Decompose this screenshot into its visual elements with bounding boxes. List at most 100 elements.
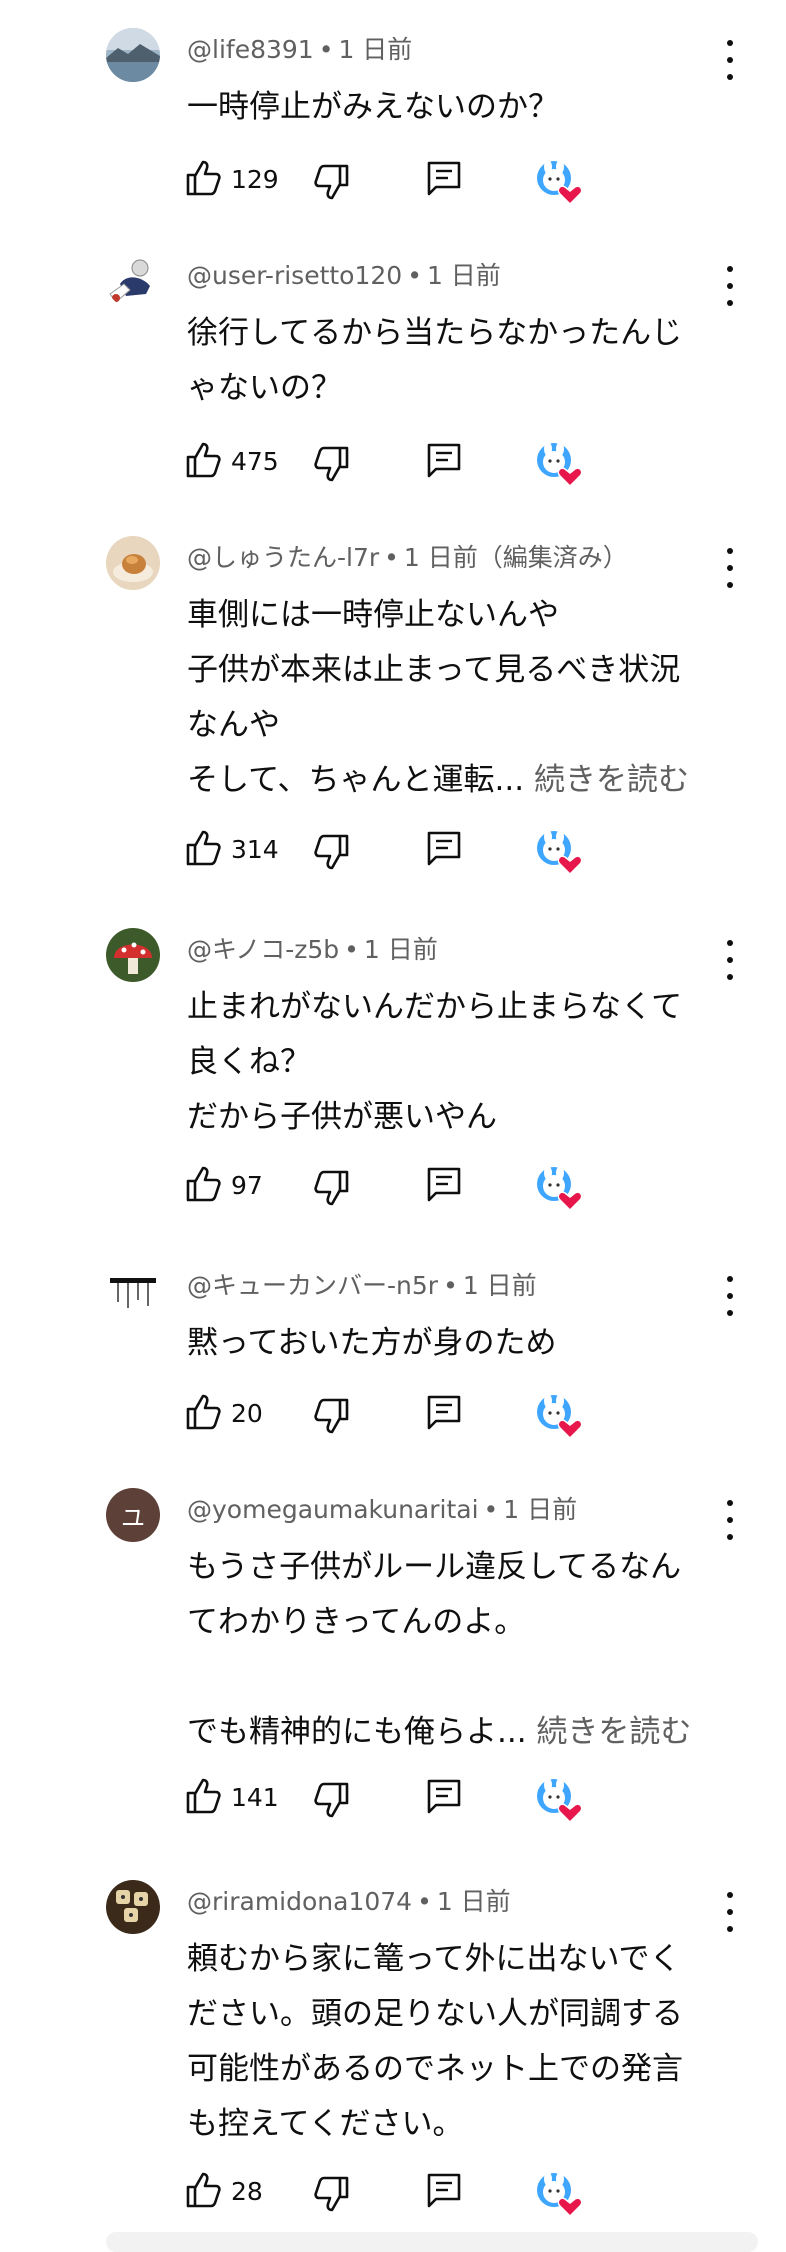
- comment-body: 黙っておいた方が身のため: [187, 1316, 707, 1371]
- reply-icon[interactable]: [426, 160, 462, 198]
- comment-line: そして、ちゃんと運転... 続きを読む: [187, 753, 707, 808]
- comment-header: @life8391 • 1 日前: [187, 35, 413, 64]
- comment-body: 車側には一時停止ないんや 子供が本来は止まって見るべき状況 なんや そして、ちゃ…: [187, 588, 707, 808]
- more-options-icon[interactable]: [716, 1892, 744, 1932]
- comment-time: 1 日前: [436, 1887, 511, 1916]
- comment-time: 1 日前: [426, 261, 501, 290]
- reply-icon[interactable]: [426, 830, 462, 868]
- comment-line: 黙っておいた方が身のため: [187, 1325, 557, 1361]
- comment-line: も控えてください。: [187, 2106, 464, 2142]
- comment-username[interactable]: @yomegaumakunaritai: [187, 1495, 479, 1524]
- comment-line: なんや: [187, 707, 280, 743]
- thumbs-down-icon[interactable]: [314, 444, 350, 484]
- more-options-icon[interactable]: [716, 940, 744, 980]
- comment-line: ゃないの？: [187, 370, 342, 406]
- like-count: 28: [231, 2177, 263, 2206]
- thumbs-up-icon[interactable]: [185, 440, 221, 480]
- comment-username[interactable]: @キューカンバー-n5r: [187, 1271, 438, 1300]
- comment-actions: 28: [0, 2170, 786, 2220]
- comment-line: 一時停止がみえないのか？: [187, 89, 559, 125]
- comment-actions: 141: [0, 1776, 786, 1826]
- sketch-avatar[interactable]: [106, 1264, 160, 1318]
- more-options-icon[interactable]: [716, 1276, 744, 1316]
- more-options-icon[interactable]: [716, 548, 744, 588]
- creator-heart-icon: [537, 830, 583, 876]
- thumbs-up-icon[interactable]: [185, 828, 221, 868]
- like-count: 20: [231, 1399, 263, 1428]
- comment-body: もうさ子供がルール違反してるなん てわかりきってんのよ。 でも精神的にも俺らよ.…: [187, 1540, 707, 1760]
- creator-heart-icon: [537, 1778, 583, 1824]
- more-options-icon[interactable]: [716, 266, 744, 306]
- comment-username[interactable]: @life8391: [187, 35, 314, 64]
- thumbs-down-icon[interactable]: [314, 1396, 350, 1436]
- comment-line: 徐行してるから当たらなかったんじ: [187, 315, 683, 351]
- comment-line: てわかりきってんのよ。: [187, 1604, 526, 1640]
- thumbs-down-icon[interactable]: [314, 1780, 350, 1820]
- comment-time: 1 日前: [462, 1271, 537, 1300]
- more-options-icon[interactable]: [716, 40, 744, 80]
- comment-actions: 129: [0, 158, 786, 208]
- comment-header: @user-risetto120 • 1 日前: [187, 261, 501, 290]
- comment-body: 止まれがないんだから止まらなくて 良くね？ だから子供が悪いやん: [187, 980, 707, 1145]
- comment-line: だから子供が悪いやん: [187, 1099, 497, 1135]
- comment-username[interactable]: @しゅうたん-l7r: [187, 543, 379, 572]
- comment-actions: 20: [0, 1392, 786, 1442]
- comment-line: もうさ子供がルール違反してるなん: [187, 1549, 682, 1585]
- comment-username[interactable]: @riramidona1074: [187, 1887, 412, 1916]
- avatar-letter: ユ: [121, 1503, 145, 1532]
- comment-time: 1 日前: [338, 35, 413, 64]
- thumbs-down-icon[interactable]: [314, 832, 350, 872]
- creator-heart-icon: [537, 160, 583, 206]
- comment-body: 徐行してるから当たらなかったんじ ゃないの？: [187, 306, 707, 416]
- comment-line: 良くね？: [187, 1044, 311, 1080]
- thumbs-up-icon[interactable]: [185, 2170, 221, 2210]
- reply-icon[interactable]: [426, 1778, 462, 1816]
- comment-line-text: でも精神的にも俺らよ...: [187, 1714, 527, 1750]
- creator-heart-icon: [537, 2172, 583, 2218]
- like-count: 129: [231, 165, 279, 194]
- comment-header: @しゅうたん-l7r • 1 日前（編集済み）: [187, 543, 628, 572]
- thumbs-up-icon[interactable]: [185, 1164, 221, 1204]
- thumbs-up-icon[interactable]: [185, 1392, 221, 1432]
- thumbs-up-icon[interactable]: [185, 158, 221, 198]
- thumbs-down-icon[interactable]: [314, 2174, 350, 2214]
- dice-avatar[interactable]: [106, 1880, 160, 1934]
- comment-line: 可能性があるのでネット上での発言: [187, 2051, 683, 2087]
- comment-body: 一時停止がみえないのか？: [187, 80, 707, 135]
- comment-body: 頼むから家に篭って外に出ないでく ださい。頭の足りない人が同調する 可能性がある…: [187, 1932, 707, 2152]
- more-options-icon[interactable]: [716, 1500, 744, 1540]
- comment-input-bar[interactable]: [106, 2232, 758, 2252]
- comment-header: @キノコ-z5b • 1 日前: [187, 935, 438, 964]
- comment-line: でも精神的にも俺らよ... 続きを読む: [187, 1705, 707, 1760]
- reply-icon[interactable]: [426, 442, 462, 480]
- read-more-link[interactable]: 続きを読む: [536, 1714, 691, 1750]
- lake-landscape-avatar[interactable]: [106, 28, 160, 82]
- thumbs-down-icon[interactable]: [314, 1168, 350, 1208]
- creator-heart-icon: [537, 1166, 583, 1212]
- reply-icon[interactable]: [426, 1166, 462, 1204]
- creator-heart-icon: [537, 1394, 583, 1440]
- food-photo-avatar[interactable]: [106, 536, 160, 590]
- read-more-link[interactable]: 続きを読む: [534, 762, 689, 798]
- comment-line: 止まれがないんだから止まらなくて: [187, 989, 683, 1025]
- anime-character-avatar[interactable]: [106, 254, 160, 308]
- comment-line: ださい。頭の足りない人が同調する: [187, 1996, 683, 2032]
- thumbs-down-icon[interactable]: [314, 162, 350, 202]
- letter-avatar[interactable]: ユ: [106, 1488, 160, 1542]
- comment-header: @yomegaumakunaritai • 1 日前: [187, 1495, 578, 1524]
- comment-actions: 475: [0, 440, 786, 490]
- creator-heart-icon: [537, 442, 583, 488]
- comment-username[interactable]: @user-risetto120: [187, 261, 402, 290]
- reply-icon[interactable]: [426, 1394, 462, 1432]
- mushroom-avatar[interactable]: [106, 928, 160, 982]
- comment-actions: 314: [0, 828, 786, 878]
- comment-username[interactable]: @キノコ-z5b: [187, 935, 339, 964]
- like-count: 314: [231, 835, 279, 864]
- reply-icon[interactable]: [426, 2172, 462, 2210]
- comment-time: 1 日前: [503, 1495, 578, 1524]
- comment-time: 1 日前: [363, 935, 438, 964]
- comment-line: [187, 1650, 707, 1705]
- comment-line: 頼むから家に篭って外に出ないでく: [187, 1941, 681, 1977]
- thumbs-up-icon[interactable]: [185, 1776, 221, 1816]
- like-count: 97: [231, 1171, 263, 1200]
